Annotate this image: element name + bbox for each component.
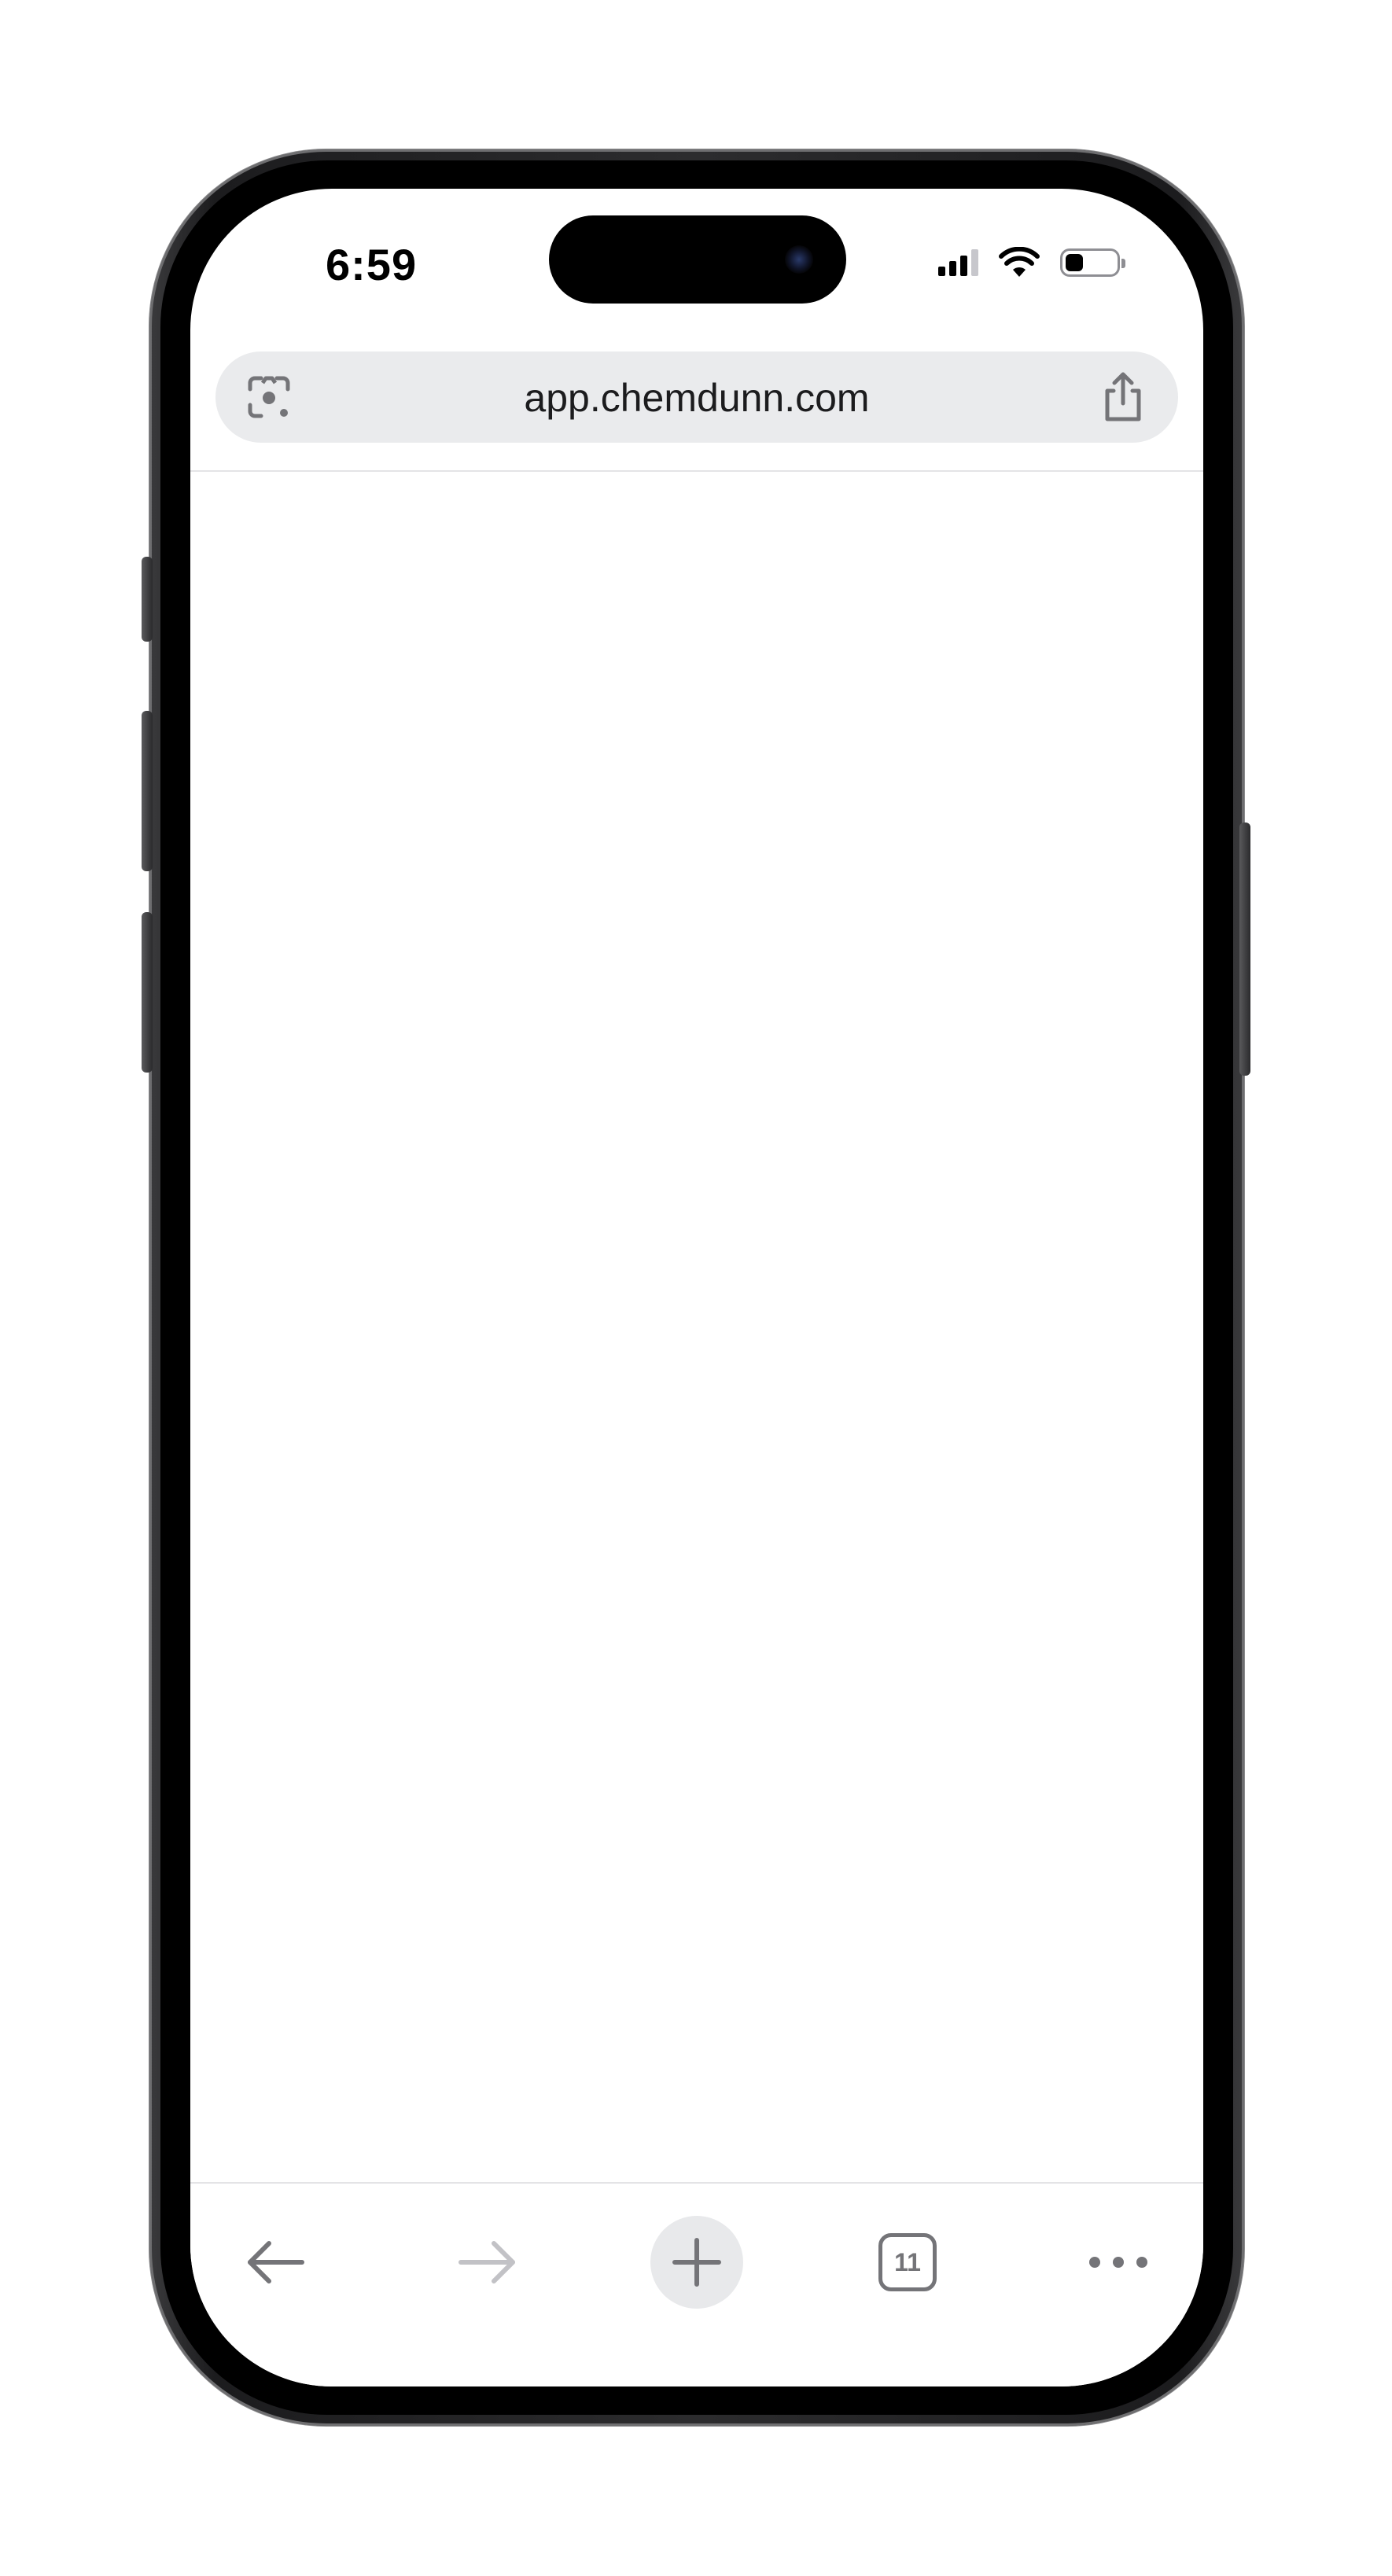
back-arrow-icon [248, 2241, 304, 2283]
volume-up-button [142, 711, 153, 871]
back-button[interactable] [228, 2215, 322, 2309]
status-icons [938, 247, 1125, 278]
wifi-icon [999, 247, 1040, 277]
share-icon[interactable] [1099, 370, 1147, 424]
canvas: 6:59 app.chemdunn.com 11 [0, 0, 1392, 2576]
cellular-signal-icon [938, 249, 978, 276]
url-text[interactable]: app.chemdunn.com [215, 375, 1178, 421]
screen: 6:59 app.chemdunn.com 11 [190, 189, 1203, 2386]
dynamic-island [549, 215, 846, 304]
tab-switcher-button[interactable]: 11 [860, 2215, 955, 2309]
forward-arrow-icon [458, 2241, 515, 2283]
address-bar[interactable]: app.chemdunn.com [215, 351, 1178, 443]
front-camera-icon [785, 245, 813, 274]
power-button [1239, 822, 1250, 1076]
battery-cap [1121, 259, 1125, 268]
new-tab-button[interactable] [650, 2215, 744, 2309]
volume-down-button [142, 912, 153, 1073]
more-dots-icon [1089, 2257, 1147, 2268]
new-tab-circle [650, 2216, 743, 2309]
status-time: 6:59 [326, 240, 418, 289]
tab-count: 11 [878, 2233, 937, 2291]
bottom-toolbar: 11 [190, 2184, 1203, 2386]
forward-button[interactable] [440, 2215, 535, 2309]
status-bar: 6:59 [190, 189, 1203, 322]
more-menu-button[interactable] [1071, 2215, 1166, 2309]
battery-fill [1066, 254, 1083, 271]
battery-icon [1060, 248, 1125, 277]
plus-icon [672, 2238, 721, 2287]
action-button [142, 557, 153, 642]
web-content-area[interactable] [190, 472, 1203, 2182]
